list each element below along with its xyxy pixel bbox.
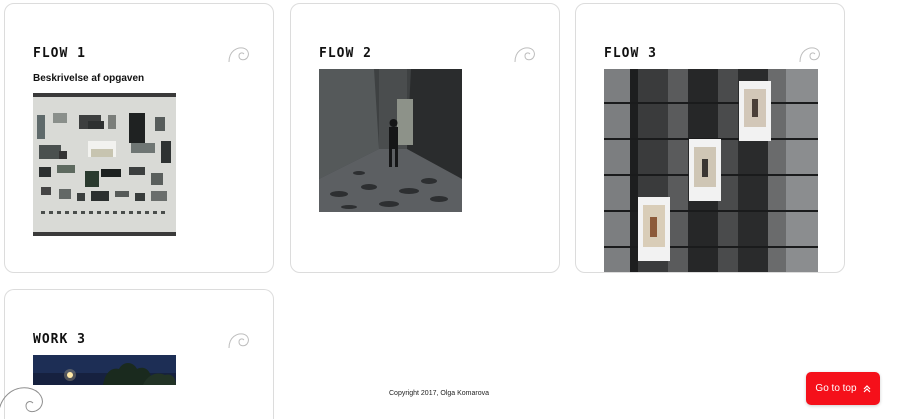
flatlay-objects-photo	[33, 93, 176, 236]
card-flow-2[interactable]: FLOW 2	[290, 3, 560, 273]
double-chevron-up-icon	[863, 384, 870, 392]
spiral-icon	[799, 47, 820, 63]
card-title: FLOW 3	[604, 46, 657, 61]
person-in-concrete-corridor-photo	[319, 69, 462, 212]
corner-spiral-icon	[0, 387, 43, 413]
spiral-icon	[228, 333, 249, 349]
card-subtitle: Beskrivelse af opgaven	[33, 73, 145, 84]
go-to-top-label: Go to top	[815, 383, 857, 394]
card-title: FLOW 2	[319, 46, 372, 61]
card-flow-1[interactable]: FLOW 1 Beskrivelse af opgaven	[4, 3, 274, 273]
night-trees-photo	[33, 355, 176, 385]
building-elevators-photo	[604, 69, 818, 272]
go-to-top-button[interactable]: Go to top	[806, 372, 880, 405]
copyright-text: Copyright 2017, Olga Komarova	[389, 390, 489, 397]
spiral-icon	[228, 47, 249, 63]
spiral-icon	[514, 47, 535, 63]
card-title: WORK 3	[33, 332, 86, 347]
card-title: FLOW 1	[33, 46, 86, 61]
card-flow-3[interactable]: FLOW 3	[575, 3, 845, 273]
